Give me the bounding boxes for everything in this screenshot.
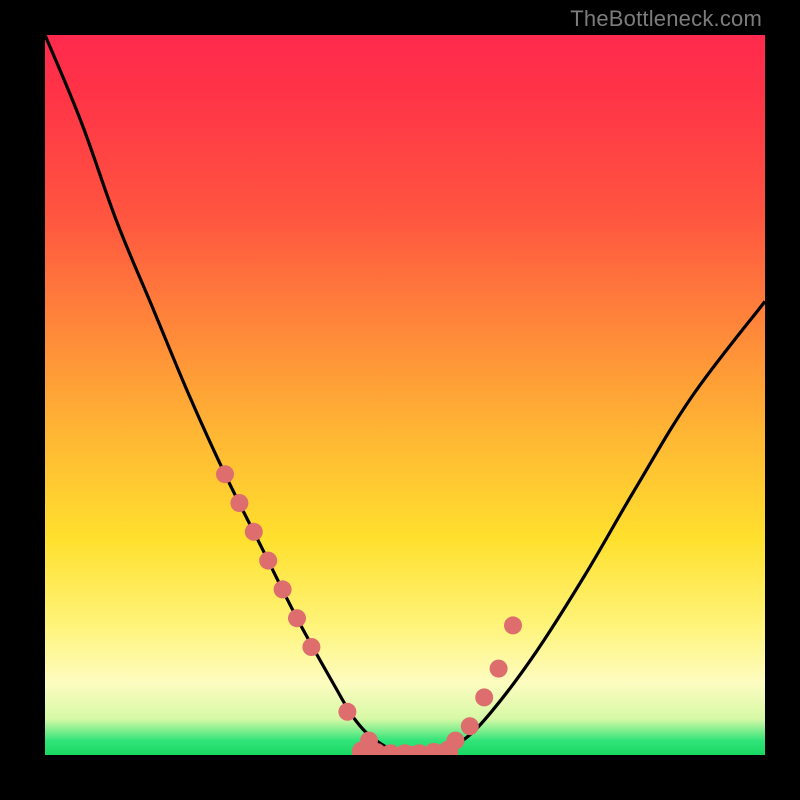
bottleneck-curve <box>45 35 765 755</box>
marker-dot <box>490 660 508 678</box>
marker-dot <box>302 638 320 656</box>
highlight-markers <box>216 465 522 755</box>
curve-svg <box>45 35 765 755</box>
marker-dot <box>475 688 493 706</box>
marker-dot <box>288 609 306 627</box>
chart-stage: TheBottleneck.com <box>0 0 800 800</box>
watermark-text: TheBottleneck.com <box>570 6 762 32</box>
marker-dot <box>338 703 356 721</box>
marker-dot <box>259 552 277 570</box>
marker-dot <box>216 465 234 483</box>
marker-dot <box>504 616 522 634</box>
plot-area <box>45 35 765 755</box>
marker-dot <box>274 580 292 598</box>
marker-dot <box>230 494 248 512</box>
marker-dot <box>461 717 479 735</box>
marker-dot <box>245 523 263 541</box>
